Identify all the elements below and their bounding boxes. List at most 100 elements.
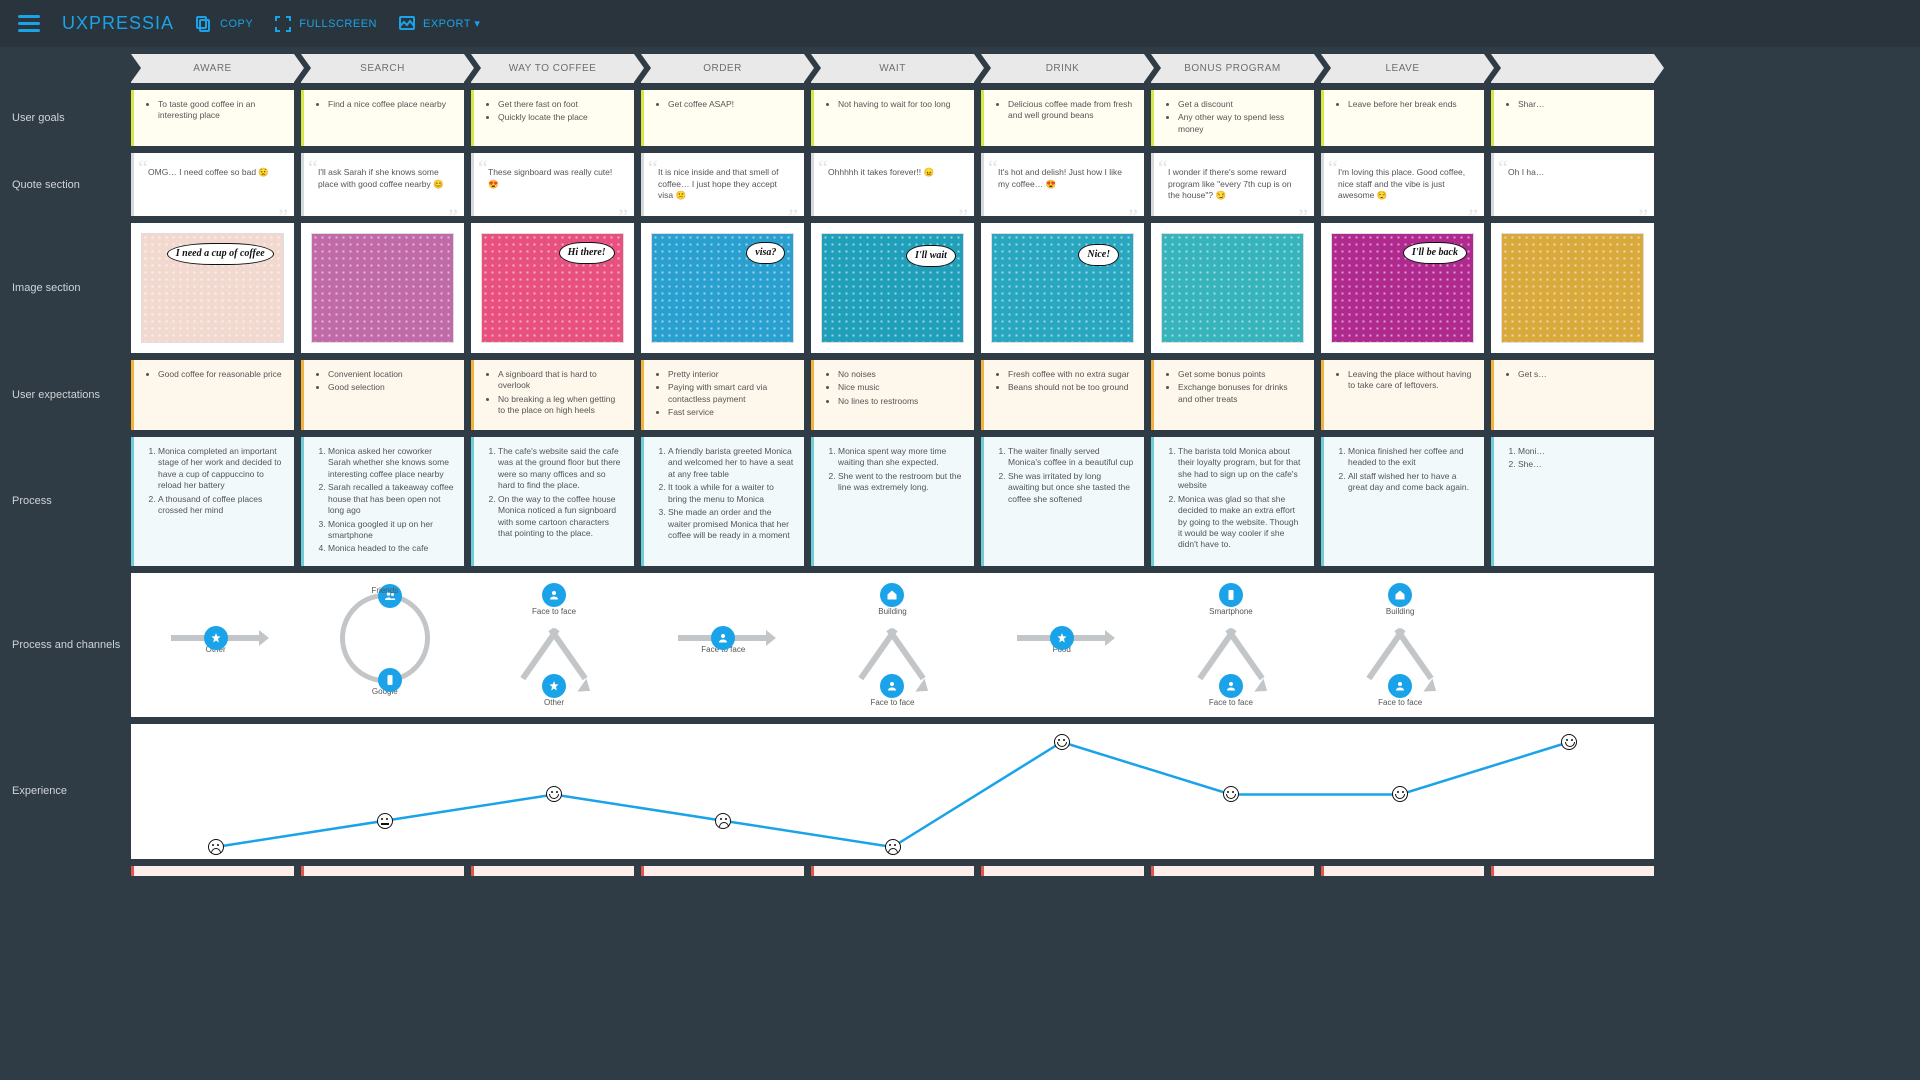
export-button[interactable]: EXPORT ▾ — [399, 16, 480, 32]
card[interactable]: Convenient locationGood selection — [301, 360, 464, 430]
experience-point[interactable] — [208, 839, 224, 855]
card[interactable]: The cafe's website said the cafe was at … — [471, 437, 634, 566]
process-row: Process Monica completed an important st… — [12, 437, 1920, 566]
card[interactable]: Monica completed an important stage of h… — [131, 437, 294, 566]
image-card[interactable] — [1151, 223, 1314, 353]
card[interactable]: The waiter finally served Monica's coffe… — [981, 437, 1144, 566]
quote-card[interactable]: It's hot and delish! Just how I like my … — [981, 153, 1144, 215]
experience-point[interactable] — [377, 813, 393, 829]
experience-chart[interactable] — [131, 724, 1654, 859]
card[interactable]: Pretty interiorPaying with smart card vi… — [641, 360, 804, 430]
quote-card[interactable]: Oh I ha… — [1491, 153, 1654, 215]
card[interactable]: Not having to wait for too long — [811, 90, 974, 146]
image-card[interactable]: I'll wait — [811, 223, 974, 353]
brand-logo[interactable]: UXPRESSIA — [62, 13, 174, 34]
row-label-image: Image section — [12, 223, 124, 353]
home-icon — [880, 583, 904, 607]
star-icon — [204, 626, 228, 650]
row-label-process: Process — [12, 437, 124, 566]
row-label-expect: User expectations — [12, 360, 124, 430]
stage-header[interactable]: DRINK — [981, 54, 1144, 83]
card[interactable]: Get a discountAny other way to spend les… — [1151, 90, 1314, 146]
image-card[interactable]: Nice! — [981, 223, 1144, 353]
experience-point[interactable] — [1054, 734, 1070, 750]
channel-cell: Food — [977, 583, 1146, 707]
mobile-icon — [1219, 583, 1243, 607]
home-icon — [1388, 583, 1412, 607]
experience-point[interactable] — [885, 839, 901, 855]
card[interactable]: Find a nice coffee place nearby — [301, 90, 464, 146]
channels-row: Process and channels OtherFriendsGoogleF… — [12, 573, 1920, 717]
copy-button[interactable]: COPY — [196, 16, 253, 32]
channel-cell: Other — [131, 583, 300, 707]
card[interactable]: Good coffee for reasonable price — [131, 360, 294, 430]
image-card[interactable]: visa? — [641, 223, 804, 353]
card[interactable]: Get coffee ASAP! — [641, 90, 804, 146]
card[interactable]: The barista told Monica about their loya… — [1151, 437, 1314, 566]
stage-header[interactable]: WAIT — [811, 54, 974, 83]
quote-card[interactable]: These signboard was really cute! 😍 — [471, 153, 634, 215]
card[interactable]: Get some bonus pointsExchange bonuses fo… — [1151, 360, 1314, 430]
quote-card[interactable]: Ohhhhh it takes forever!! 😠 — [811, 153, 974, 215]
channel-cell: SmartphoneFace to face — [1146, 583, 1315, 707]
quote-card[interactable]: OMG… I need coffee so bad 😟 — [131, 153, 294, 215]
quote-card[interactable]: I wonder if there's some reward program … — [1151, 153, 1314, 215]
card[interactable]: Fresh coffee with no extra sugarBeans sh… — [981, 360, 1144, 430]
image-card[interactable]: Hi there! — [471, 223, 634, 353]
experience-point[interactable] — [1223, 786, 1239, 802]
experience-point[interactable] — [1561, 734, 1577, 750]
image-card[interactable] — [301, 223, 464, 353]
card[interactable]: No noisesNice musicNo lines to restrooms — [811, 360, 974, 430]
menu-icon[interactable] — [18, 15, 40, 32]
row-label-experience: Experience — [12, 724, 124, 859]
copy-icon — [196, 16, 212, 32]
user-icon — [542, 583, 566, 607]
stage-header[interactable]: BONUS PROGRAM — [1151, 54, 1314, 83]
row-label-goals: User goals — [12, 90, 124, 146]
card[interactable]: A signboard that is hard to overlookNo b… — [471, 360, 634, 430]
experience-row: Experience — [12, 724, 1920, 859]
quote-card[interactable]: It is nice inside and that smell of coff… — [641, 153, 804, 215]
channel-cell: BuildingFace to face — [1316, 583, 1485, 707]
quote-card[interactable]: I'm loving this place. Good coffee, nice… — [1321, 153, 1484, 215]
card[interactable]: Leave before her break ends — [1321, 90, 1484, 146]
card[interactable]: Leaving the place without having to take… — [1321, 360, 1484, 430]
channel-cell: FriendsGoogle — [300, 583, 469, 707]
card[interactable]: A friendly barista greeted Monica and we… — [641, 437, 804, 566]
stage-header[interactable]: SEARCH — [301, 54, 464, 83]
card[interactable]: Monica spent way more time waiting than … — [811, 437, 974, 566]
fullscreen-icon — [275, 16, 291, 32]
export-icon — [399, 16, 415, 32]
stage-header[interactable]: LEAVE — [1321, 54, 1484, 83]
user-icon — [711, 626, 735, 650]
card[interactable]: Shar… — [1491, 90, 1654, 146]
stage-header-row: AWARE SEARCH WAY TO COFFEE ORDER WAIT DR… — [12, 54, 1920, 83]
experience-point[interactable] — [546, 786, 562, 802]
image-card[interactable]: I need a cup of coffee — [131, 223, 294, 353]
image-card[interactable]: I'll be back — [1321, 223, 1484, 353]
card[interactable]: Monica finished her coffee and headed to… — [1321, 437, 1484, 566]
quote-card[interactable]: I'll ask Sarah if she knows some place w… — [301, 153, 464, 215]
image-row: Image section I need a cup of coffee Hi t… — [12, 223, 1920, 353]
card[interactable]: To taste good coffee in an interesting p… — [131, 90, 294, 146]
channel-cell — [1485, 583, 1654, 707]
channel-cell: Face to faceOther — [469, 583, 638, 707]
stage-header[interactable]: WAY TO COFFEE — [471, 54, 634, 83]
card[interactable]: Monica asked her coworker Sarah whether … — [301, 437, 464, 566]
experience-point[interactable] — [715, 813, 731, 829]
fullscreen-button[interactable]: FULLSCREEN — [275, 16, 377, 32]
row-label-quote: Quote section — [12, 153, 124, 215]
image-card[interactable] — [1491, 223, 1654, 353]
card[interactable]: Get there fast on footQuickly locate the… — [471, 90, 634, 146]
card[interactable]: Get s… — [1491, 360, 1654, 430]
stage-header[interactable] — [1491, 54, 1654, 83]
card[interactable]: Moni…She… — [1491, 437, 1654, 566]
experience-point[interactable] — [1392, 786, 1408, 802]
journey-board: AWARE SEARCH WAY TO COFFEE ORDER WAIT DR… — [0, 47, 1920, 876]
stage-header[interactable]: AWARE — [131, 54, 294, 83]
expect-row: User expectations Good coffee for reason… — [12, 360, 1920, 430]
card[interactable]: Delicious coffee made from fresh and wel… — [981, 90, 1144, 146]
channel-cell: Face to face — [639, 583, 808, 707]
star-icon — [1050, 626, 1074, 650]
stage-header[interactable]: ORDER — [641, 54, 804, 83]
